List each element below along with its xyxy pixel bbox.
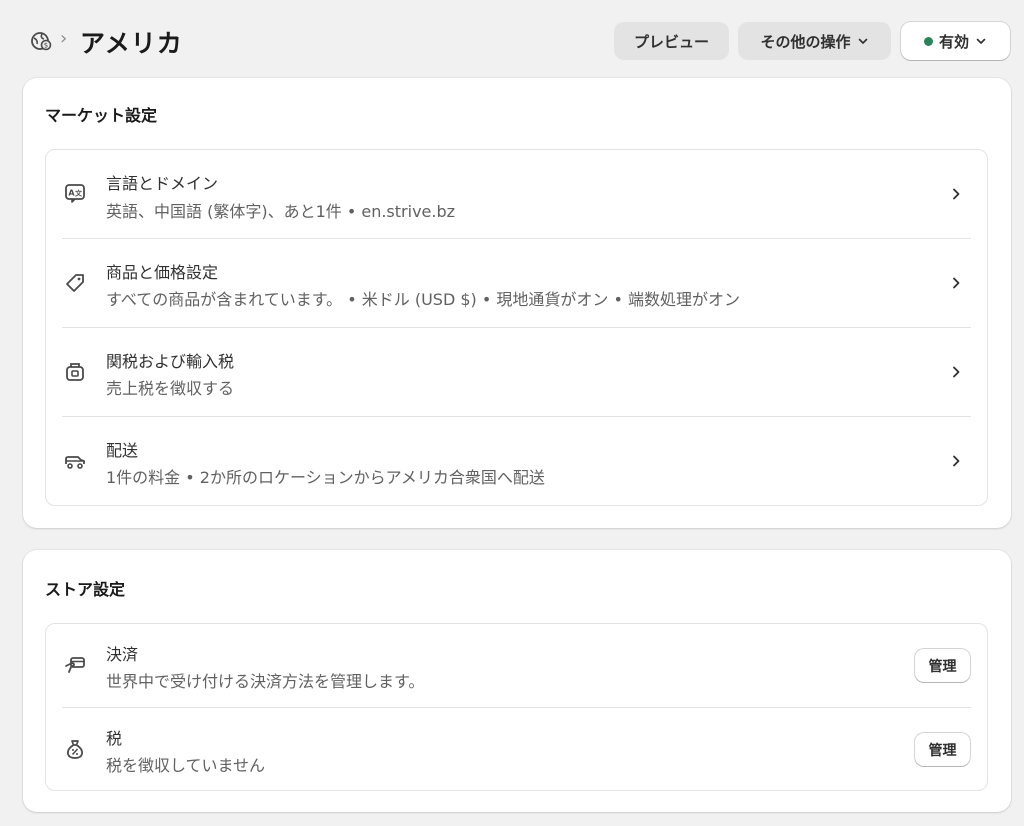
globe-market-icon[interactable]: $ bbox=[30, 30, 52, 52]
payments-row: 決済 世界中で受け付ける決済方法を管理します。 管理 bbox=[62, 624, 971, 707]
status-dropdown[interactable]: 有効 bbox=[901, 22, 1010, 60]
tag-icon bbox=[66, 274, 84, 292]
chevron-right-icon bbox=[953, 188, 960, 200]
row-title: 決済 bbox=[106, 645, 139, 664]
chevron-right-icon bbox=[953, 277, 960, 289]
duties-icon bbox=[66, 363, 84, 381]
shipping-row[interactable]: 配送 1件の料金 • 2か所のロケーションからアメリカ合衆国へ配送 bbox=[62, 416, 971, 505]
manage-payments-button[interactable]: 管理 bbox=[915, 649, 970, 682]
payment-hand-icon bbox=[65, 657, 85, 673]
row-subtitle: 1件の料金 • 2か所のロケーションからアメリカ合衆国へ配送 bbox=[106, 468, 545, 487]
duties-taxes-row[interactable]: 関税および輸入税 売上税を徴収する bbox=[62, 327, 971, 416]
row-subtitle: 英語、中国語 (繁体字)、あと1件 • en.strive.bz bbox=[106, 202, 456, 221]
row-title: 配送 bbox=[106, 441, 139, 460]
row-subtitle: 売上税を徴収する bbox=[106, 379, 235, 398]
store-settings-list: 決済 世界中で受け付ける決済方法を管理します。 管理 税 税を徴収していません … bbox=[45, 623, 988, 791]
row-title: 言語とドメイン bbox=[106, 174, 219, 193]
page-title: アメリカ bbox=[80, 29, 183, 58]
more-actions-label: その他の操作 bbox=[760, 32, 851, 51]
page-header: $ › アメリカ プレビュー その他の操作 有効 bbox=[0, 0, 1024, 80]
store-settings-title: ストア設定 bbox=[45, 580, 126, 599]
more-actions-button[interactable]: その他の操作 bbox=[738, 22, 891, 60]
row-subtitle: 世界中で受け付ける決済方法を管理します。 bbox=[106, 672, 425, 691]
svg-text:$: $ bbox=[44, 42, 48, 50]
market-settings-card: マーケット設定 A 文 言語とドメイン 英語、中国語 (繁体字)、あと1件 • … bbox=[23, 78, 1011, 528]
chevron-down-icon bbox=[976, 38, 986, 44]
chevron-right-icon bbox=[953, 366, 960, 378]
breadcrumb-separator: › bbox=[60, 28, 68, 49]
tax-bag-icon bbox=[67, 740, 83, 759]
preview-button[interactable]: プレビュー bbox=[614, 22, 729, 60]
taxes-row: 税 税を徴収していません 管理 bbox=[62, 707, 971, 791]
row-title: 商品と価格設定 bbox=[106, 263, 219, 282]
status-label: 有効 bbox=[938, 32, 969, 51]
status-dot-icon bbox=[923, 36, 933, 46]
products-pricing-row[interactable]: 商品と価格設定 すべての商品が含まれています。 • 米ドル (USD $) • … bbox=[62, 238, 971, 327]
manage-taxes-button[interactable]: 管理 bbox=[915, 733, 970, 766]
row-title: 関税および輸入税 bbox=[106, 352, 235, 371]
row-subtitle: 税を徴収していません bbox=[106, 756, 266, 775]
language-icon: A 文 bbox=[65, 184, 85, 203]
language-domain-row[interactable]: A 文 言語とドメイン 英語、中国語 (繁体字)、あと1件 • en.striv… bbox=[62, 150, 971, 238]
market-settings-list: A 文 言語とドメイン 英語、中国語 (繁体字)、あと1件 • en.striv… bbox=[45, 149, 988, 506]
store-settings-card: ストア設定 決済 世界中で受け付ける決済方法を管理します。 管理 税 税を徴収し… bbox=[23, 550, 1011, 812]
chevron-down-icon bbox=[858, 38, 867, 44]
market-settings-title: マーケット設定 bbox=[45, 106, 158, 125]
preview-label: プレビュー bbox=[633, 32, 709, 51]
row-title: 税 bbox=[106, 729, 123, 748]
row-subtitle: すべての商品が含まれています。 • 米ドル (USD $) • 現地通貨がオン … bbox=[106, 290, 741, 309]
chevron-right-icon bbox=[953, 455, 960, 467]
svg-text:文: 文 bbox=[75, 189, 83, 198]
delivery-truck-icon bbox=[65, 456, 85, 469]
